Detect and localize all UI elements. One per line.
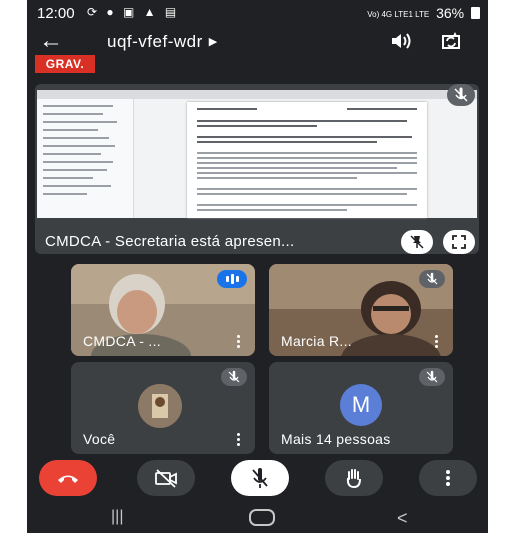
avatar: M [340, 384, 382, 426]
avatar [138, 384, 182, 428]
more-vert-icon [446, 470, 450, 486]
phone-screen: 12:00 ⟳ ● ▣ ▲ ▤ Vo) 4G LTE1 LTE 36% ← uq… [27, 0, 488, 533]
battery-percent: 36% [436, 5, 465, 21]
raise-hand-button[interactable] [325, 460, 383, 496]
home-icon[interactable] [249, 509, 275, 526]
status-right: Vo) 4G LTE1 LTE 36% [367, 5, 480, 21]
battery-icon [471, 7, 480, 19]
unpin-button[interactable] [401, 230, 433, 254]
recording-badge: GRAV. [35, 55, 95, 73]
document-sidebar [37, 99, 134, 218]
recents-icon[interactable]: ||| [111, 508, 123, 526]
shared-screen [37, 90, 477, 218]
notification-icons: ⟳ ● ▣ ▲ ▤ [87, 5, 180, 19]
participant-tile[interactable]: Marcia R... [269, 264, 453, 356]
status-bar: 12:00 ⟳ ● ▣ ▲ ▤ Vo) 4G LTE1 LTE 36% [27, 0, 488, 26]
network-indicator: Vo) 4G LTE1 LTE [367, 9, 430, 19]
status-time: 12:00 [37, 5, 75, 22]
participant-name: CMDCA - ... [83, 333, 161, 349]
camera-flip-icon[interactable] [439, 30, 463, 52]
more-vert-icon[interactable] [237, 334, 241, 350]
more-vert-icon[interactable] [435, 334, 439, 350]
others-tile[interactable]: M Mais 14 pessoas [269, 362, 453, 454]
participant-name: Marcia R... [281, 333, 352, 349]
camera-toggle-button[interactable] [137, 460, 195, 496]
video-off-icon [155, 469, 177, 488]
hang-up-button[interactable] [39, 460, 97, 496]
mic-off-icon [419, 368, 445, 386]
document-page [187, 102, 427, 218]
pin-off-icon [410, 235, 424, 249]
phone-hangup-icon [58, 475, 78, 483]
speaking-indicator-icon [217, 270, 247, 288]
participant-name: Mais 14 pessoas [281, 431, 391, 447]
meeting-code-label: uqf-vfef-wdr [107, 32, 203, 51]
more-options-button[interactable] [419, 460, 477, 496]
mic-off-icon [221, 368, 247, 386]
app-bar: ← uqf-vfef-wdr ▶ [27, 26, 488, 56]
presenter-label: CMDCA - Secretaria está apresen... [45, 233, 295, 250]
presentation-tile[interactable]: CMDCA - Secretaria está apresen... [35, 84, 479, 254]
system-nav-bar: ||| < [27, 500, 488, 533]
more-vert-icon[interactable] [237, 432, 241, 448]
meeting-code[interactable]: uqf-vfef-wdr ▶ [107, 32, 218, 52]
mic-off-icon [252, 468, 268, 488]
back-nav-icon[interactable]: < [397, 508, 408, 529]
hand-icon [346, 469, 361, 489]
mic-toggle-button[interactable] [231, 460, 289, 496]
mic-off-icon [447, 84, 475, 106]
speaker-icon[interactable] [389, 30, 413, 52]
fullscreen-button[interactable] [443, 230, 475, 254]
document-toolbar [37, 90, 477, 99]
self-tile[interactable]: Você [71, 362, 255, 454]
fullscreen-icon [452, 235, 466, 249]
participant-name: Você [83, 431, 116, 447]
chevron-right-icon: ▶ [208, 36, 218, 48]
participant-tile[interactable]: CMDCA - ... [71, 264, 255, 356]
back-arrow-icon[interactable]: ← [39, 26, 63, 56]
mic-off-icon [419, 270, 445, 288]
